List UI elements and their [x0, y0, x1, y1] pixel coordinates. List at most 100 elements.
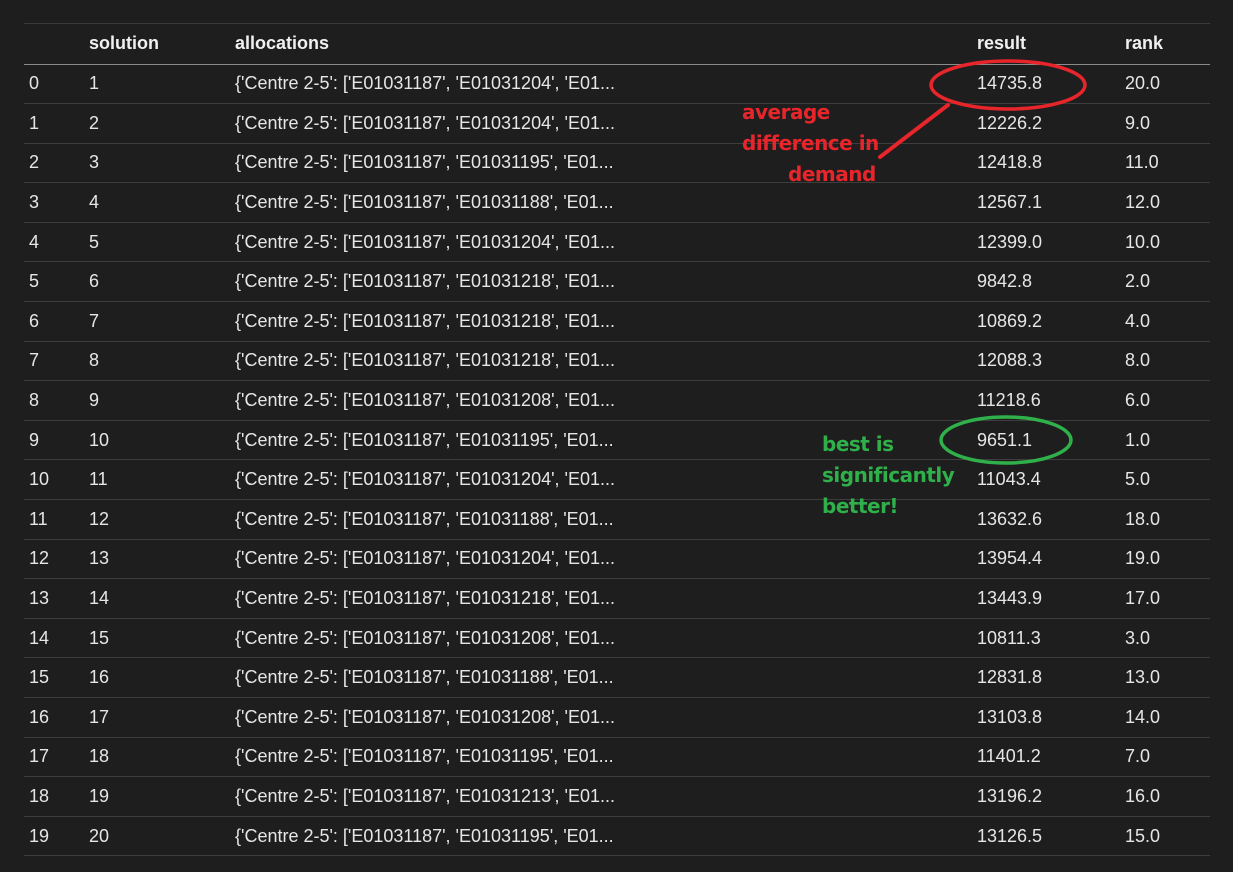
result-cell: 13632.6 — [972, 499, 1120, 540]
result-cell: 12567.1 — [972, 182, 1120, 223]
row-index-cell: 7 — [24, 341, 84, 382]
allocations-cell: {'Centre 2-5': ['E01031187', 'E01031213'… — [230, 776, 972, 817]
result-cell: 12399.0 — [972, 222, 1120, 263]
allocations-cell: {'Centre 2-5': ['E01031187', 'E01031195'… — [230, 420, 972, 461]
solution-cell: 16 — [84, 657, 230, 698]
solution-cell: 10 — [84, 420, 230, 461]
table-row: 18 19 {'Centre 2-5': ['E01031187', 'E01031… — [24, 776, 1210, 817]
row-index-cell: 11 — [24, 499, 84, 540]
solution-cell: 11 — [84, 459, 230, 501]
row-index-cell: 1 — [24, 103, 84, 144]
rank-cell: 15.0 — [1120, 816, 1210, 857]
table-row: 10 11 {'Centre 2-5': ['E01031187', 'E01031… — [24, 459, 1210, 501]
allocations-cell: {'Centre 2-5': ['E01031187', 'E01031188'… — [230, 657, 972, 698]
allocations-cell: {'Centre 2-5': ['E01031187', 'E01031208'… — [230, 697, 972, 738]
result-cell: 13196.2 — [972, 776, 1120, 817]
result-cell: 13126.5 — [972, 816, 1120, 857]
table-row: 15 16 {'Centre 2-5': ['E01031187', 'E01031… — [24, 657, 1210, 698]
result-cell: 11218.6 — [972, 380, 1120, 421]
allocations-cell: {'Centre 2-5': ['E01031187', 'E01031195'… — [230, 816, 972, 857]
solution-cell: 3 — [84, 143, 230, 184]
result-cell: 12418.8 — [972, 143, 1120, 184]
solution-cell: 9 — [84, 380, 230, 421]
column-header-result: result — [972, 24, 1120, 65]
rank-cell: 14.0 — [1120, 697, 1210, 738]
solution-cell: 7 — [84, 301, 230, 342]
row-index-cell: 10 — [24, 459, 84, 501]
rank-cell: 18.0 — [1120, 499, 1210, 540]
solution-cell: 14 — [84, 578, 230, 619]
allocations-cell: {'Centre 2-5': ['E01031187', 'E01031208'… — [230, 380, 972, 421]
table-row: 14 15 {'Centre 2-5': ['E01031187', 'E01031… — [24, 618, 1210, 659]
solution-cell: 6 — [84, 261, 230, 303]
row-index-cell: 6 — [24, 301, 84, 342]
allocations-cell: {'Centre 2-5': ['E01031187', 'E01031204'… — [230, 222, 972, 263]
table-row: 5 6 {'Centre 2-5': ['E01031187', 'E0103121… — [24, 261, 1210, 303]
column-header-allocations: allocations — [230, 24, 972, 65]
rank-cell: 19.0 — [1120, 539, 1210, 580]
result-cell: 13443.9 — [972, 578, 1120, 619]
row-index-cell: 12 — [24, 539, 84, 580]
result-cell: 13954.4 — [972, 539, 1120, 580]
result-cell: 10869.2 — [972, 301, 1120, 342]
rank-cell: 16.0 — [1120, 776, 1210, 817]
table-row: 1 2 {'Centre 2-5': ['E01031187', 'E0103120… — [24, 103, 1210, 144]
solution-cell: 19 — [84, 776, 230, 817]
solution-cell: 18 — [84, 737, 230, 778]
table-row: 8 9 {'Centre 2-5': ['E01031187', 'E0103120… — [24, 380, 1210, 421]
result-cell: 11043.4 — [972, 459, 1120, 501]
row-index-cell: 18 — [24, 776, 84, 817]
rank-cell: 2.0 — [1120, 261, 1210, 303]
rank-cell: 20.0 — [1120, 64, 1210, 105]
allocations-cell: {'Centre 2-5': ['E01031187', 'E01031188'… — [230, 499, 972, 540]
row-index-cell: 16 — [24, 697, 84, 738]
allocations-cell: {'Centre 2-5': ['E01031187', 'E01031188'… — [230, 182, 972, 223]
row-index-cell: 0 — [24, 64, 84, 105]
column-header-rank: rank — [1120, 24, 1210, 65]
solution-cell: 15 — [84, 618, 230, 659]
allocations-cell: {'Centre 2-5': ['E01031187', 'E01031218'… — [230, 341, 972, 382]
rank-cell: 10.0 — [1120, 222, 1210, 263]
allocations-cell: {'Centre 2-5': ['E01031187', 'E01031204'… — [230, 539, 972, 580]
results-table: solution allocations result rank 0 1 {'Cen… — [24, 24, 1210, 857]
solution-cell: 2 — [84, 103, 230, 144]
table-row: 3 4 {'Centre 2-5': ['E01031187', 'E0103118… — [24, 182, 1210, 223]
row-index-cell: 15 — [24, 657, 84, 698]
table-header-row: solution allocations result rank — [24, 24, 1210, 65]
result-cell: 12088.3 — [972, 341, 1120, 382]
allocations-cell: {'Centre 2-5': ['E01031187', 'E01031204'… — [230, 103, 972, 144]
table-row: 16 17 {'Centre 2-5': ['E01031187', 'E01031… — [24, 697, 1210, 738]
row-index-cell: 8 — [24, 380, 84, 421]
result-cell: 13103.8 — [972, 697, 1120, 738]
table-row: 17 18 {'Centre 2-5': ['E01031187', 'E01031… — [24, 737, 1210, 778]
table-row: 4 5 {'Centre 2-5': ['E01031187', 'E0103120… — [24, 222, 1210, 263]
solution-cell: 13 — [84, 539, 230, 580]
rank-cell: 13.0 — [1120, 657, 1210, 698]
result-cell: 9651.1 — [972, 420, 1120, 461]
result-cell: 12226.2 — [972, 103, 1120, 144]
row-index-cell: 9 — [24, 420, 84, 461]
result-cell: 14735.8 — [972, 64, 1120, 105]
rank-cell: 3.0 — [1120, 618, 1210, 659]
table-row: 0 1 {'Centre 2-5': ['E01031187', 'E0103120… — [24, 64, 1210, 105]
rank-cell: 17.0 — [1120, 578, 1210, 619]
table-row: 9 10 {'Centre 2-5': ['E01031187', 'E010311… — [24, 420, 1210, 461]
row-index-cell: 19 — [24, 816, 84, 857]
allocations-cell: {'Centre 2-5': ['E01031187', 'E01031218'… — [230, 578, 972, 619]
rank-cell: 5.0 — [1120, 459, 1210, 501]
solution-cell: 1 — [84, 64, 230, 105]
dataframe-output: solution allocations result rank 0 1 {'Cen… — [24, 23, 1210, 857]
row-index-cell: 4 — [24, 222, 84, 263]
column-header-solution: solution — [84, 24, 230, 65]
solution-cell: 4 — [84, 182, 230, 223]
table-row: 19 20 {'Centre 2-5': ['E01031187', 'E01031… — [24, 816, 1210, 857]
solution-cell: 20 — [84, 816, 230, 857]
solution-cell: 17 — [84, 697, 230, 738]
table-body: 0 1 {'Centre 2-5': ['E01031187', 'E0103120… — [24, 64, 1210, 857]
result-cell: 12831.8 — [972, 657, 1120, 698]
allocations-cell: {'Centre 2-5': ['E01031187', 'E01031195'… — [230, 737, 972, 778]
row-index-cell: 5 — [24, 261, 84, 303]
allocations-cell: {'Centre 2-5': ['E01031187', 'E01031204'… — [230, 64, 972, 105]
row-index-cell: 17 — [24, 737, 84, 778]
table-row: 2 3 {'Centre 2-5': ['E01031187', 'E0103119… — [24, 143, 1210, 184]
